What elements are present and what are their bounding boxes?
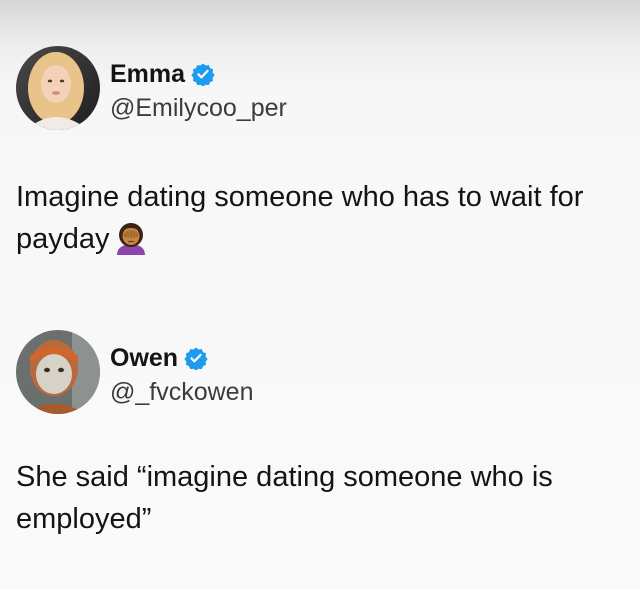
tweet-body: She said “imagine dating someone who is …: [16, 461, 553, 535]
handle[interactable]: @Emilycoo_per: [110, 94, 287, 122]
handle[interactable]: @_fvckowen: [110, 378, 254, 406]
avatar[interactable]: [16, 46, 100, 130]
name-row: Emma: [110, 60, 215, 88]
verified-badge-icon: [184, 346, 208, 371]
verified-badge-icon: [191, 62, 215, 87]
woman-facepalming-icon: [114, 221, 148, 255]
tweet-body: Imagine dating someone who has to wait f…: [16, 181, 584, 255]
post-header: Emma @Emilycoo_per: [0, 44, 640, 136]
post-owen: Owen @_fvckowen She said “imagine dating…: [0, 328, 640, 535]
tweet-text: Imagine dating someone who has to wait f…: [16, 176, 626, 260]
name-row: Owen: [110, 344, 208, 372]
tweet-text: She said “imagine dating someone who is …: [16, 456, 626, 540]
post-header: Owen @_fvckowen: [0, 328, 640, 420]
post-emma: Emma @Emilycoo_per Imagine dating someon…: [0, 44, 640, 255]
display-name[interactable]: Emma: [110, 60, 185, 88]
display-name[interactable]: Owen: [110, 344, 178, 372]
avatar[interactable]: [16, 330, 100, 414]
